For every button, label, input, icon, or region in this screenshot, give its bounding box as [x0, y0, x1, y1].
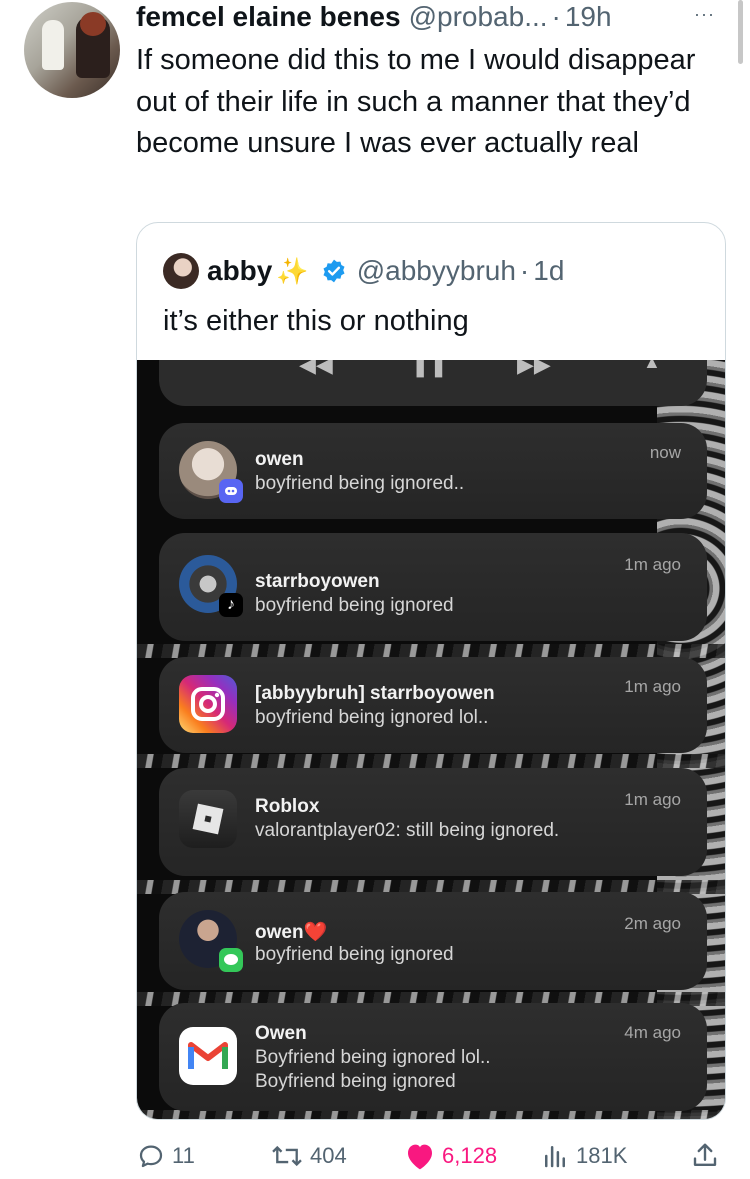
- views-chart-icon: [545, 1146, 565, 1168]
- tweet-header: femcel elaine benes @probab... · 19h: [136, 0, 736, 34]
- tiktok-icon: ♪: [219, 593, 243, 617]
- quoted-tweet-text: it’s either this or nothing: [163, 305, 469, 337]
- tweet-time[interactable]: 19h: [565, 1, 612, 33]
- repost-button[interactable]: 404: [270, 1138, 347, 1174]
- share-button[interactable]: [690, 1138, 726, 1174]
- forward-icon: ▶▶: [517, 360, 551, 377]
- like-count: 6,128: [442, 1143, 498, 1168]
- verified-badge-icon: [323, 259, 345, 283]
- notification-body-line2: Boyfriend being ignored: [255, 1071, 456, 1092]
- quoted-author-name[interactable]: abby: [207, 255, 272, 287]
- dot-separator: ·: [551, 1, 561, 32]
- wallpaper-band: [137, 754, 725, 768]
- notification-card[interactable]: Owen Boyfriend being ignored lol.. Boyfr…: [159, 1003, 707, 1111]
- notification-time: 1m ago: [624, 555, 681, 574]
- author-avatar[interactable]: [24, 2, 120, 98]
- notification-body: Boyfriend being ignored lol..: [255, 1047, 491, 1068]
- notification-time: 2m ago: [624, 914, 681, 933]
- notification-time: 1m ago: [624, 790, 681, 809]
- more-options-icon[interactable]: ···: [694, 4, 724, 24]
- repost-count: 404: [310, 1143, 347, 1168]
- notification-body: boyfriend being ignored: [255, 595, 454, 616]
- notification-body: boyfriend being ignored..: [255, 473, 465, 494]
- notification-title: Owen: [255, 1023, 307, 1044]
- gmail-icon: [179, 1027, 237, 1085]
- notification-title: Roblox: [255, 796, 320, 817]
- dot-separator: ·: [519, 255, 530, 286]
- quoted-tweet[interactable]: abby ✨ @abbyybruh · 1d it’s either this …: [136, 222, 726, 1120]
- pause-icon: ❚❚: [411, 360, 448, 377]
- tweet-action-bar: 11 404 6,128 181K: [136, 1138, 726, 1174]
- notification-time: 1m ago: [624, 677, 681, 696]
- wallpaper-band: [137, 1110, 725, 1119]
- quoted-author-avatar[interactable]: [163, 253, 199, 289]
- discord-icon: [219, 479, 243, 503]
- instagram-icon: [179, 675, 237, 733]
- author-handle[interactable]: @probab...: [409, 1, 548, 33]
- views-button[interactable]: 181K: [540, 1138, 627, 1174]
- notification-body: valorantplayer02: still being ignored.: [255, 820, 560, 841]
- quoted-tweet-time[interactable]: 1d: [533, 255, 564, 287]
- notification-time: 4m ago: [624, 1023, 681, 1042]
- notification-card[interactable]: Roblox valorantplayer02: still being ign…: [159, 768, 707, 876]
- reply-icon: [139, 1145, 163, 1168]
- media-controls: ◀◀ ❚❚ ▶▶ ▲: [159, 360, 707, 380]
- scrollbar[interactable]: [738, 0, 743, 64]
- wallpaper-band: [137, 644, 725, 658]
- quoted-tweet-header: abby ✨ @abbyybruh · 1d: [163, 253, 564, 289]
- share-icon: [693, 1143, 717, 1166]
- notification-body: boyfriend being ignored: [255, 944, 454, 965]
- repost-icon: [272, 1145, 302, 1167]
- reply-button[interactable]: 11: [136, 1138, 195, 1174]
- notification-title: owen: [255, 449, 304, 470]
- like-button[interactable]: 6,128: [404, 1138, 497, 1174]
- messages-icon: [219, 948, 243, 972]
- notification-card[interactable]: ♪ starrboyowen boyfriend being ignored 1…: [159, 533, 707, 641]
- rewind-icon: ◀◀: [299, 360, 333, 377]
- roblox-icon: [179, 790, 237, 848]
- reply-count: 11: [172, 1143, 195, 1168]
- notification-title: owen❤️: [255, 920, 327, 944]
- media-player-card: ◀◀ ❚❚ ▶▶ ▲: [159, 360, 707, 406]
- notification-card[interactable]: owen❤️ boyfriend being ignored 2m ago: [159, 892, 707, 990]
- airplay-icon: ▲: [643, 360, 661, 372]
- view-count: 181K: [576, 1143, 628, 1168]
- quoted-author-handle[interactable]: @abbyybruh: [357, 255, 516, 287]
- notification-card[interactable]: owen boyfriend being ignored.. now: [159, 423, 707, 519]
- notification-card[interactable]: [abbyybruh] starrboyowen boyfriend being…: [159, 657, 707, 753]
- notification-title: [abbyybruh] starrboyowen: [255, 683, 495, 704]
- tweet-text: If someone did this to me I would disapp…: [136, 44, 696, 159]
- avatar-goat: [42, 20, 64, 70]
- attached-screenshot[interactable]: ◀◀ ❚❚ ▶▶ ▲ owen boyfriend being ignored.…: [137, 360, 725, 1119]
- heart-icon: [408, 1144, 432, 1170]
- notification-title-text: owen: [255, 922, 304, 943]
- notification-time: now: [649, 443, 681, 462]
- avatar-hair: [80, 12, 106, 36]
- heart-emoji: ❤️: [303, 922, 328, 943]
- notification-body: boyfriend being ignored lol..: [255, 707, 489, 728]
- sparkle-emoji: ✨: [276, 255, 309, 286]
- author-name[interactable]: femcel elaine benes: [136, 1, 401, 33]
- notification-title: starrboyowen: [255, 571, 380, 592]
